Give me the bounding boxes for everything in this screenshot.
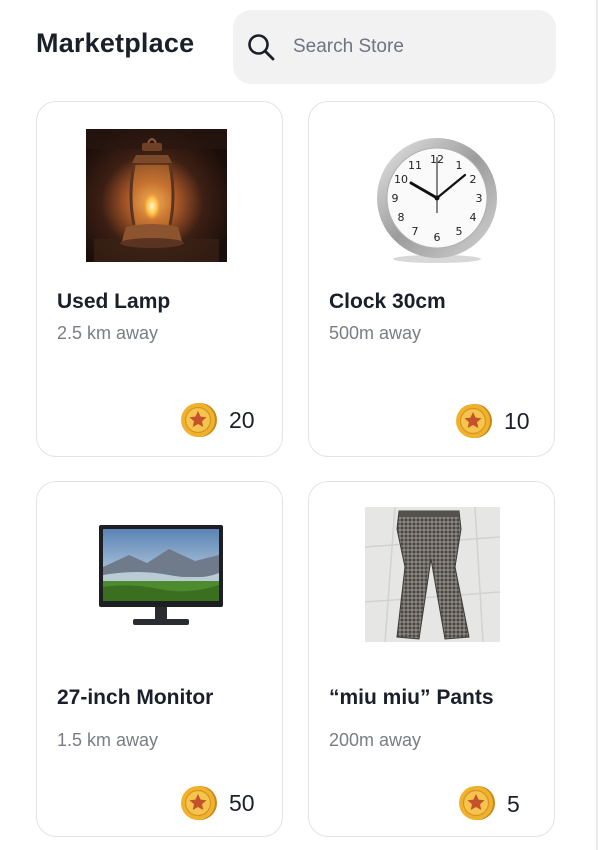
monitor-image	[99, 525, 223, 625]
product-name: “miu miu” Pants	[329, 686, 494, 709]
svg-text:2: 2	[470, 173, 477, 186]
svg-text:3: 3	[476, 192, 483, 205]
coin-icon	[456, 404, 492, 438]
clock-image: 12 1 2 3 4 5 6 7 8 9 10 11	[377, 138, 497, 263]
search-icon[interactable]	[246, 32, 276, 62]
product-distance: 200m away	[329, 730, 422, 750]
search-placeholder: Search Store	[293, 36, 404, 57]
product-price: 20	[229, 407, 255, 433]
coin-icon	[181, 786, 217, 820]
product-price: 10	[504, 408, 530, 434]
page-title: Marketplace	[36, 28, 195, 58]
product-name: Used Lamp	[57, 290, 171, 313]
svg-text:1: 1	[456, 159, 463, 172]
product-card-pants[interactable]: “miu miu” Pants 200m away 5	[308, 481, 555, 837]
product-distance: 2.5 km away	[57, 323, 159, 343]
search-bar[interactable]: Search Store	[233, 10, 556, 84]
product-distance: 500m away	[329, 323, 422, 343]
product-name: Clock 30cm	[329, 290, 446, 313]
coin-icon	[181, 403, 217, 437]
svg-text:11: 11	[408, 159, 422, 172]
pants-image	[365, 507, 500, 642]
product-price: 50	[229, 790, 255, 816]
svg-text:5: 5	[456, 225, 463, 238]
product-name: 27-inch Monitor	[57, 686, 214, 709]
product-card-clock[interactable]: 12 1 2 3 4 5 6 7 8 9 10 11 Clock 30cm 50…	[308, 101, 555, 457]
product-card-lamp[interactable]: Used Lamp 2.5 km away 20	[36, 101, 283, 457]
svg-text:9: 9	[392, 192, 399, 205]
svg-text:10: 10	[394, 173, 408, 186]
coin-icon	[459, 786, 495, 820]
product-price: 5	[507, 791, 520, 817]
product-card-monitor[interactable]: 27-inch Monitor 1.5 km away 50	[36, 481, 283, 837]
svg-text:8: 8	[398, 211, 405, 224]
svg-text:6: 6	[434, 231, 441, 244]
svg-text:4: 4	[470, 211, 477, 224]
lantern-image	[86, 129, 227, 262]
product-distance: 1.5 km away	[57, 730, 159, 750]
svg-text:7: 7	[412, 225, 419, 238]
